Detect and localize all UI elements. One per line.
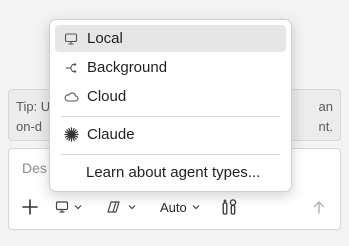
menu-item-label: Claude (87, 126, 135, 143)
send-button[interactable] (311, 195, 327, 219)
menu-item-learn-agent-types[interactable]: Learn about agent types... (55, 159, 286, 186)
model-icon (107, 201, 120, 213)
tools-icon (222, 199, 237, 215)
composer-placeholder[interactable]: Des (22, 160, 47, 176)
monitor-icon (55, 201, 69, 213)
menu-item-label: Local (87, 30, 123, 47)
menu-item-label: Learn about agent types... (86, 164, 261, 181)
menu-item-label: Cloud (87, 88, 127, 105)
menu-item-claude[interactable]: Claude (55, 121, 286, 148)
tip-text-right: an nt. (318, 99, 333, 134)
claude-asterisk-icon (60, 127, 82, 142)
tools-button[interactable] (220, 195, 238, 219)
menu-item-background[interactable]: Background (55, 54, 286, 81)
composer-toolbar: Auto (9, 195, 340, 221)
menu-item-local[interactable]: Local (55, 25, 286, 52)
cloud-icon (60, 91, 82, 103)
chevron-down-icon (128, 205, 136, 210)
menu-item-label: Background (87, 59, 168, 76)
chevron-down-icon (192, 205, 200, 210)
branch-icon (60, 61, 82, 75)
tip-text-left: Tip: U on-d (16, 99, 51, 134)
plus-icon (22, 199, 38, 215)
monitor-icon (60, 32, 82, 46)
chevron-down-icon (74, 205, 82, 210)
add-button[interactable] (21, 195, 39, 219)
agent-type-menu: Local Background Cloud Claude Learn abou… (49, 19, 292, 192)
arrow-up-icon (313, 200, 325, 214)
menu-item-cloud[interactable]: Cloud (55, 83, 286, 110)
menu-separator (61, 154, 280, 155)
menu-separator (61, 116, 280, 117)
mode-label: Auto (160, 199, 187, 215)
agent-type-dropdown[interactable] (55, 195, 83, 219)
model-dropdown[interactable] (107, 195, 137, 219)
mode-dropdown[interactable]: Auto (160, 195, 201, 219)
